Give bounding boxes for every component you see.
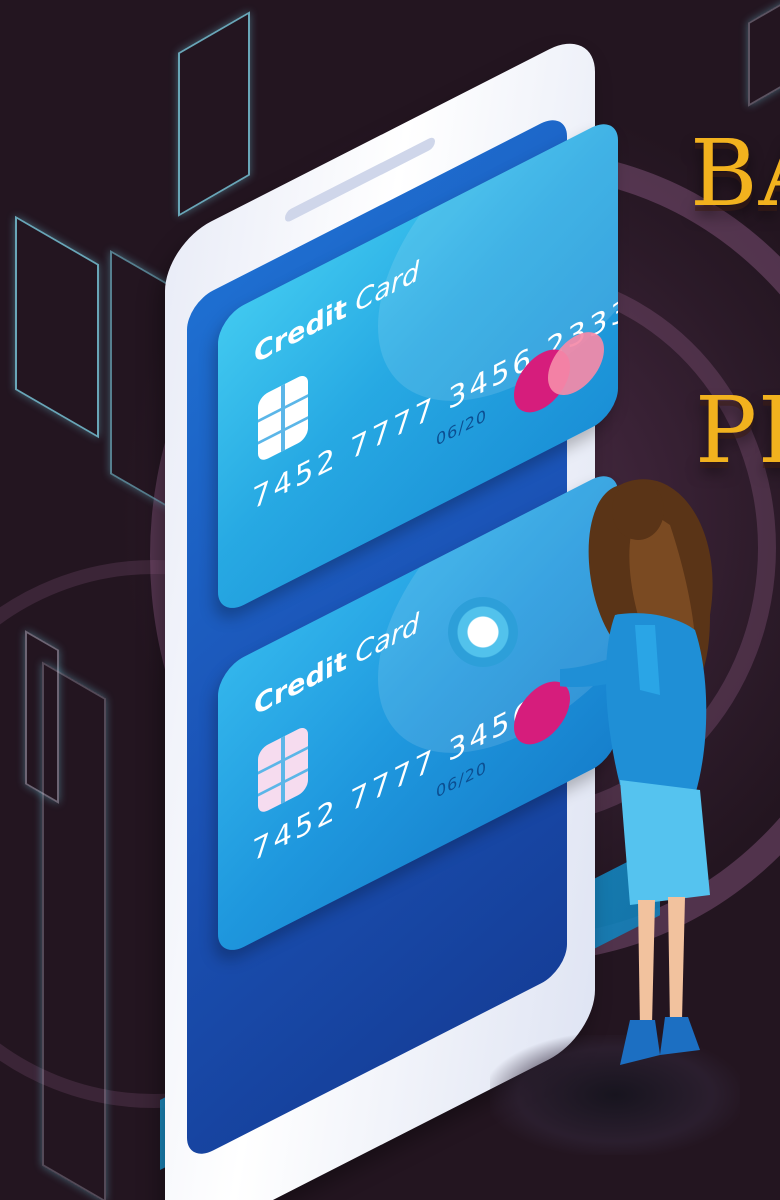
heading-line-1: BA <box>690 120 780 227</box>
credit-card-chip-icon <box>258 724 308 816</box>
hud-frame <box>15 215 99 439</box>
hud-frame <box>178 11 250 217</box>
heading-line-2: PI <box>695 377 780 484</box>
illustration-stage: BA PI Credit Card 7452 7777 3456 2333 06… <box>0 0 780 1200</box>
touch-point-icon[interactable] <box>448 597 518 667</box>
credit-card-chip-icon <box>258 372 308 464</box>
woman-figure <box>560 479 713 1065</box>
hud-frame <box>42 661 106 1200</box>
hud-frame <box>748 0 780 107</box>
